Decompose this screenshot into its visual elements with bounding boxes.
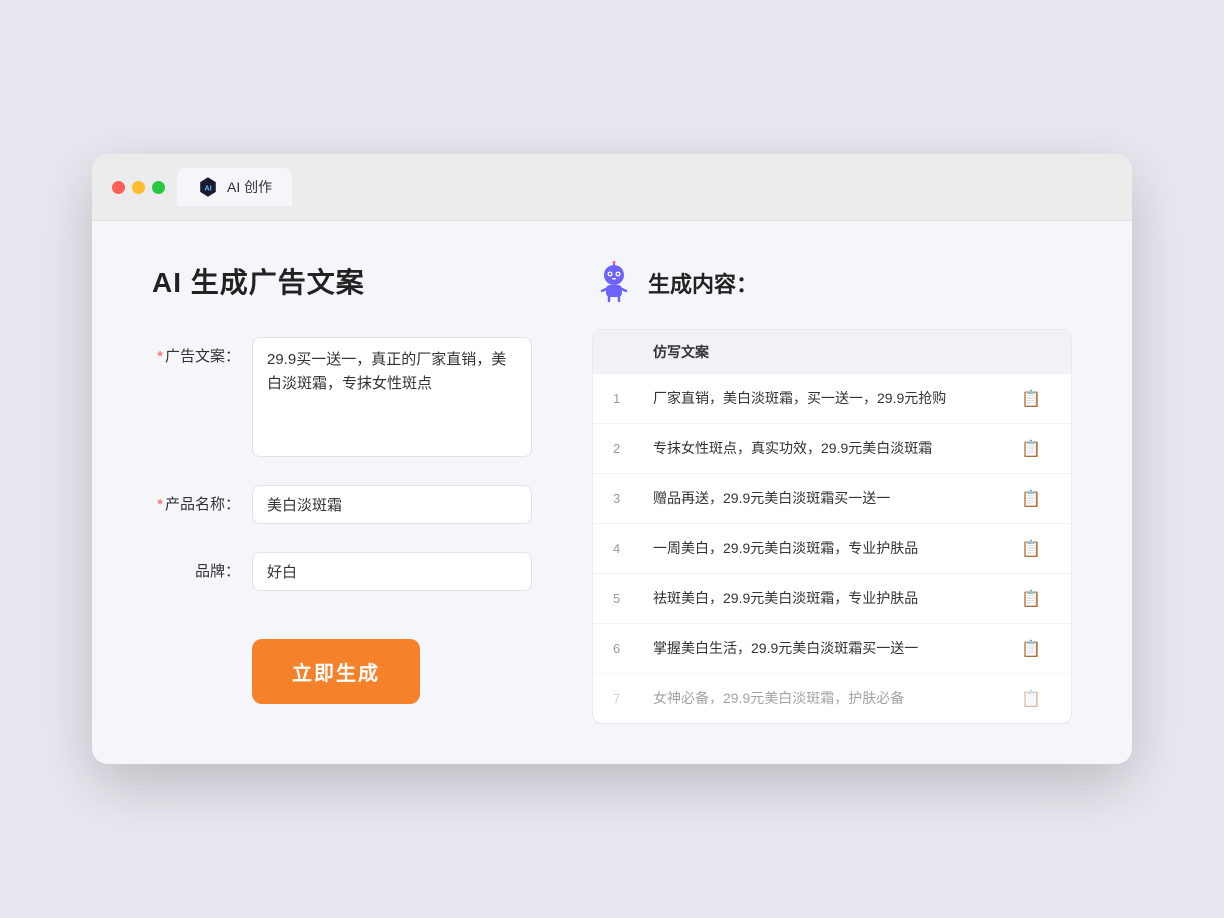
- robot-icon: [592, 261, 636, 305]
- main-content: AI 生成广告文案 广告文案： 29.9买一送一，真正的厂家直销，美白淡斑霜，专…: [92, 221, 1132, 764]
- copy-button[interactable]: 📋: [1011, 439, 1051, 459]
- row-number: 2: [613, 441, 653, 456]
- row-text: 赠品再送，29.9元美白淡斑霜买一送一: [653, 488, 1011, 509]
- table-row: 2 专抹女性斑点，真实功效，29.9元美白淡斑霜 📋: [593, 423, 1071, 473]
- result-title: 生成内容：: [648, 267, 758, 299]
- ad-copy-label: 广告文案：: [152, 337, 252, 366]
- result-header: 生成内容：: [592, 261, 1072, 305]
- tab-label: AI 创作: [227, 177, 272, 197]
- ad-copy-group: 广告文案： 29.9买一送一，真正的厂家直销，美白淡斑霜，专抹女性斑点: [152, 337, 532, 457]
- browser-window: AI AI 创作 AI 生成广告文案 广告文案： 29.9买一送一，真正的厂家直…: [92, 154, 1132, 764]
- row-number: 7: [613, 691, 653, 706]
- generate-button[interactable]: 立即生成: [252, 639, 420, 704]
- copy-button[interactable]: 📋: [1011, 489, 1051, 509]
- row-number: 1: [613, 391, 653, 406]
- row-text: 厂家直销，美白淡斑霜，买一送一，29.9元抢购: [653, 388, 1011, 409]
- row-text: 专抹女性斑点，真实功效，29.9元美白淡斑霜: [653, 438, 1011, 459]
- product-input[interactable]: [252, 485, 532, 524]
- product-label: 产品名称：: [152, 485, 252, 514]
- titlebar: AI AI 创作: [92, 154, 1132, 221]
- table-header-num: [613, 342, 653, 362]
- table-header: 仿写文案: [593, 330, 1071, 374]
- maximize-button[interactable]: [152, 181, 165, 194]
- row-number: 3: [613, 491, 653, 506]
- table-row: 6 掌握美白生活，29.9元美白淡斑霜买一送一 📋: [593, 623, 1071, 673]
- ai-tab-icon: AI: [197, 176, 219, 198]
- product-name-group: 产品名称：: [152, 485, 532, 524]
- copy-button[interactable]: 📋: [1011, 639, 1051, 659]
- table-row: 3 赠品再送，29.9元美白淡斑霜买一送一 📋: [593, 473, 1071, 523]
- copy-button[interactable]: 📋: [1011, 389, 1051, 409]
- right-panel: 生成内容： 仿写文案 1 厂家直销，美白淡斑霜，买一送一，29.9元抢购 📋 2…: [592, 261, 1072, 724]
- row-number: 6: [613, 641, 653, 656]
- tab-ai-creation[interactable]: AI AI 创作: [177, 168, 292, 206]
- row-text: 掌握美白生活，29.9元美白淡斑霜买一送一: [653, 638, 1011, 659]
- result-table: 仿写文案 1 厂家直销，美白淡斑霜，买一送一，29.9元抢购 📋 2 专抹女性斑…: [592, 329, 1072, 724]
- row-number: 4: [613, 541, 653, 556]
- table-header-label: 仿写文案: [653, 342, 1011, 362]
- close-button[interactable]: [112, 181, 125, 194]
- copy-button[interactable]: 📋: [1011, 589, 1051, 609]
- brand-label: 品牌：: [152, 552, 252, 581]
- table-header-action: [1011, 342, 1051, 362]
- row-number: 5: [613, 591, 653, 606]
- brand-group: 品牌：: [152, 552, 532, 591]
- result-rows: 1 厂家直销，美白淡斑霜，买一送一，29.9元抢购 📋 2 专抹女性斑点，真实功…: [593, 374, 1071, 723]
- left-panel: AI 生成广告文案 广告文案： 29.9买一送一，真正的厂家直销，美白淡斑霜，专…: [152, 261, 532, 724]
- table-row: 5 祛斑美白，29.9元美白淡斑霜，专业护肤品 📋: [593, 573, 1071, 623]
- traffic-lights: [112, 181, 165, 194]
- row-text: 女神必备，29.9元美白淡斑霜，护肤必备: [653, 688, 1011, 709]
- table-row: 4 一周美白，29.9元美白淡斑霜，专业护肤品 📋: [593, 523, 1071, 573]
- page-title: AI 生成广告文案: [152, 261, 532, 301]
- copy-button[interactable]: 📋: [1011, 539, 1051, 559]
- minimize-button[interactable]: [132, 181, 145, 194]
- table-row: 7 女神必备，29.9元美白淡斑霜，护肤必备 📋: [593, 673, 1071, 723]
- brand-input[interactable]: [252, 552, 532, 591]
- row-text: 祛斑美白，29.9元美白淡斑霜，专业护肤品: [653, 588, 1011, 609]
- table-row: 1 厂家直销，美白淡斑霜，买一送一，29.9元抢购 📋: [593, 374, 1071, 423]
- row-text: 一周美白，29.9元美白淡斑霜，专业护肤品: [653, 538, 1011, 559]
- svg-text:AI: AI: [204, 184, 211, 193]
- ad-copy-input[interactable]: 29.9买一送一，真正的厂家直销，美白淡斑霜，专抹女性斑点: [252, 337, 532, 457]
- copy-button[interactable]: 📋: [1011, 689, 1051, 709]
